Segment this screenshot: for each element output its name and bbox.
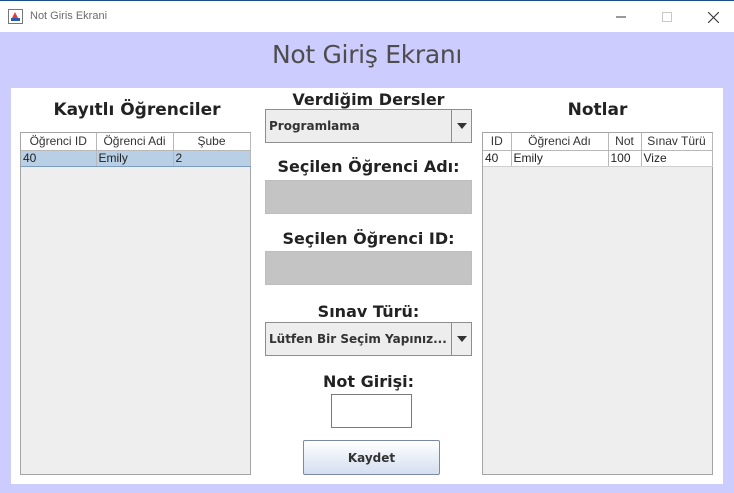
grades-col-name[interactable]: Öğrenci Adı (511, 133, 609, 151)
save-button[interactable]: Kaydet (303, 440, 440, 475)
exam-type-select[interactable]: Lütfen Bir Seçim Yapınız... (265, 322, 472, 356)
student-branch-cell: 2 (173, 150, 251, 167)
grades-header-row: ID Öğrenci Adı Not Sınav Türü (483, 133, 713, 151)
maximize-button[interactable] (644, 1, 690, 33)
grades-col-id[interactable]: ID (483, 133, 512, 151)
course-select-arrow[interactable] (451, 110, 471, 142)
grades-col-exam-type[interactable]: Sınav Türü (641, 133, 713, 151)
window-titlebar: Not Giris Ekrani (0, 0, 734, 32)
grades-table[interactable]: ID Öğrenci Adı Not Sınav Türü 40 Emily 1… (482, 132, 713, 475)
course-select[interactable]: Programlama (265, 109, 472, 143)
grade-label: Not Girişi: (323, 372, 414, 391)
students-header-row: Öğrenci ID Öğrenci Adi Şube (21, 133, 251, 151)
course-select-value: Programlama (269, 119, 360, 133)
table-row[interactable]: 40 Emily 2 (21, 150, 251, 167)
minimize-button[interactable] (598, 1, 644, 33)
student-id-field (265, 251, 472, 285)
grade-id-cell: 40 (483, 150, 512, 167)
grade-exam-type-cell: Vize (641, 150, 713, 167)
students-col-name[interactable]: Öğrenci Adi (96, 133, 174, 151)
grade-name-cell: Emily (511, 150, 609, 167)
students-col-branch[interactable]: Şube (173, 133, 251, 151)
grades-col-grade[interactable]: Not (608, 133, 642, 151)
grade-input[interactable] (331, 394, 412, 428)
chevron-down-icon (456, 336, 467, 342)
student-name-field (265, 180, 472, 214)
page-title: Not Giriş Ekranı (271, 40, 463, 69)
main-frame: Not Giriş Ekranı Kayıtlı Öğrenciler Öğre… (0, 32, 734, 493)
java-app-icon (8, 9, 23, 24)
students-col-id[interactable]: Öğrenci ID (21, 133, 97, 151)
student-id-label: Seçilen Öğrenci ID: (282, 229, 455, 248)
exam-type-select-value: Lütfen Bir Seçim Yapınız... (269, 332, 447, 346)
content-panel: Kayıtlı Öğrenciler Öğrenci ID Öğrenci Ad… (11, 88, 723, 484)
grades-title: Notlar (567, 100, 628, 120)
students-title: Kayıtlı Öğrenciler (53, 100, 221, 120)
student-id-cell: 40 (21, 150, 97, 167)
chevron-down-icon (456, 123, 467, 129)
close-icon (707, 11, 719, 23)
grade-value-cell: 100 (608, 150, 642, 167)
maximize-icon (662, 12, 672, 22)
minimize-icon (616, 16, 626, 18)
student-name-label: Seçilen Öğrenci Adı: (277, 157, 460, 176)
close-button[interactable] (690, 1, 734, 33)
table-row[interactable]: 40 Emily 100 Vize (483, 150, 713, 167)
student-name-cell: Emily (96, 150, 174, 167)
exam-type-label: Sınav Türü: (317, 302, 420, 321)
window-title: Not Giris Ekrani (30, 10, 108, 22)
courses-label: Verdiğim Dersler (292, 90, 445, 109)
students-table[interactable]: Öğrenci ID Öğrenci Adi Şube 40 Emily 2 (20, 132, 251, 475)
exam-type-select-arrow[interactable] (451, 323, 471, 355)
